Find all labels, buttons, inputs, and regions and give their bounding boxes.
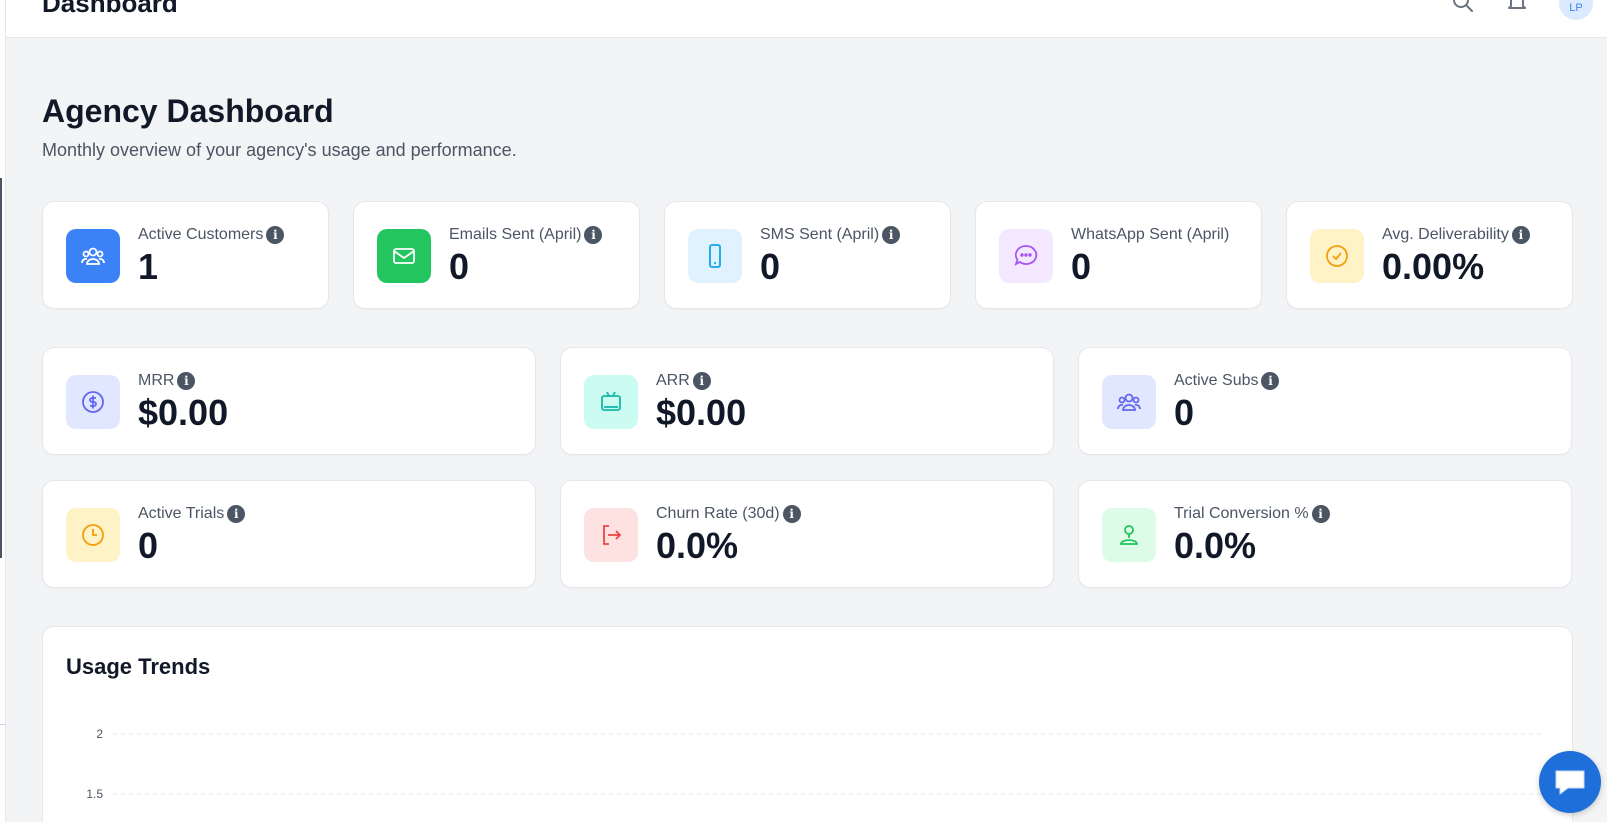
sidebar-edge <box>0 0 6 822</box>
stat-label-text: MRR <box>138 372 175 389</box>
page-title: Agency Dashboard <box>42 93 334 129</box>
tv-icon <box>584 375 638 429</box>
page-subtitle: Monthly overview of your agency's usage … <box>42 140 517 160</box>
stat-value: 0 <box>138 525 159 566</box>
stat-card-churn-rate-30d: Churn Rate (30d) i 0.0% <box>560 480 1054 588</box>
stat-label: Active Subs i <box>1174 372 1280 390</box>
stat-label: MRR i <box>138 372 196 390</box>
stat-value: 0 <box>1174 392 1195 433</box>
info-icon[interactable]: i <box>177 372 196 390</box>
info-icon[interactable]: i <box>882 226 901 244</box>
stat-value: 0 <box>449 246 470 287</box>
clock-icon <box>66 508 120 562</box>
users-icon <box>1102 375 1156 429</box>
info-icon[interactable]: i <box>692 372 711 390</box>
bell-icon[interactable] <box>1506 0 1528 12</box>
stat-card-arr: ARR i $0.00 <box>560 347 1054 455</box>
stat-label: Active Customers i <box>138 226 285 244</box>
info-icon[interactable]: i <box>782 505 801 523</box>
info-icon[interactable]: i <box>1261 372 1280 390</box>
stat-card-active-subs: Active Subs i 0 <box>1078 347 1572 455</box>
stat-card-sms-sent-april: SMS Sent (April) i 0 <box>664 201 951 309</box>
stat-label: Emails Sent (April) i <box>449 226 603 244</box>
stat-label-text: Trial Conversion % <box>1174 505 1309 522</box>
stat-label-text: Active Customers <box>138 226 264 243</box>
stat-label-text: Active Subs <box>1174 372 1259 389</box>
stat-card-emails-sent-april: Emails Sent (April) i 0 <box>353 201 640 309</box>
y-tick-label: 1.5 <box>86 787 103 801</box>
phone-icon <box>688 229 742 283</box>
users-icon <box>66 229 120 283</box>
usage-trends-card: Usage Trends 2 1.5 <box>42 626 1573 822</box>
stat-label: Avg. Deliverability i <box>1382 226 1530 244</box>
avatar[interactable]: LP <box>1559 0 1593 20</box>
info-icon[interactable]: i <box>227 505 246 523</box>
stat-label: Active Trials i <box>138 505 246 523</box>
stat-value: $0.00 <box>656 392 747 433</box>
stat-label: WhatsApp Sent (April) <box>1071 226 1229 244</box>
chat-support-button[interactable] <box>1539 751 1601 813</box>
divider <box>0 724 6 725</box>
stat-card-active-customers: Active Customers i 1 <box>42 201 329 309</box>
stat-card-whatsapp-sent-april: WhatsApp Sent (April) 0 <box>975 201 1262 309</box>
stat-label-text: ARR <box>656 372 690 389</box>
info-icon[interactable]: i <box>1511 226 1530 244</box>
info-icon[interactable]: i <box>266 226 285 244</box>
stat-card-trial-conversion: Trial Conversion % i 0.0% <box>1078 480 1572 588</box>
stat-value: 0 <box>1071 246 1092 287</box>
stat-value: 1 <box>138 246 159 287</box>
usage-trends-chart: 21.5 <box>86 727 1541 801</box>
dollar-circle-icon <box>66 375 120 429</box>
stat-label: Churn Rate (30d) i <box>656 505 801 523</box>
stat-card-active-trials: Active Trials i 0 <box>42 480 536 588</box>
stat-value: 0 <box>760 246 781 287</box>
stat-card-mrr: MRR i $0.00 <box>42 347 536 455</box>
sidebar-scrollbar[interactable] <box>0 178 2 558</box>
user-pin-icon <box>1102 508 1156 562</box>
mail-icon <box>377 229 431 283</box>
info-icon[interactable]: i <box>1311 505 1330 523</box>
check-circle-icon <box>1310 229 1364 283</box>
stat-label: Trial Conversion % i <box>1174 505 1330 523</box>
stat-label-text: Active Trials <box>138 505 225 522</box>
stat-label-text: Avg. Deliverability <box>1382 226 1509 243</box>
stat-label-text: Churn Rate (30d) <box>656 505 780 522</box>
stat-value: 0.0% <box>1174 525 1257 566</box>
stat-value: 0.00% <box>1382 246 1485 287</box>
chat-icon <box>1555 770 1585 795</box>
stat-label-text: Emails Sent (April) <box>449 226 582 243</box>
top-bar: Dashboard LP <box>6 0 1607 38</box>
stat-label-text: SMS Sent (April) <box>760 226 880 243</box>
info-icon[interactable]: i <box>584 226 603 244</box>
stat-label: ARR i <box>656 372 711 390</box>
stat-card-avg-deliverability: Avg. Deliverability i 0.00% <box>1286 201 1573 309</box>
stat-value: $0.00 <box>138 392 229 433</box>
stat-label-text: WhatsApp Sent (April) <box>1071 226 1230 243</box>
y-tick-label: 2 <box>96 727 103 741</box>
logout-icon <box>584 508 638 562</box>
chat-bubble-icon <box>999 229 1053 283</box>
stat-value: 0.0% <box>656 525 739 566</box>
stat-label: SMS Sent (April) i <box>760 226 901 244</box>
search-icon[interactable] <box>1452 0 1474 12</box>
header-title: Dashboard <box>42 0 178 18</box>
